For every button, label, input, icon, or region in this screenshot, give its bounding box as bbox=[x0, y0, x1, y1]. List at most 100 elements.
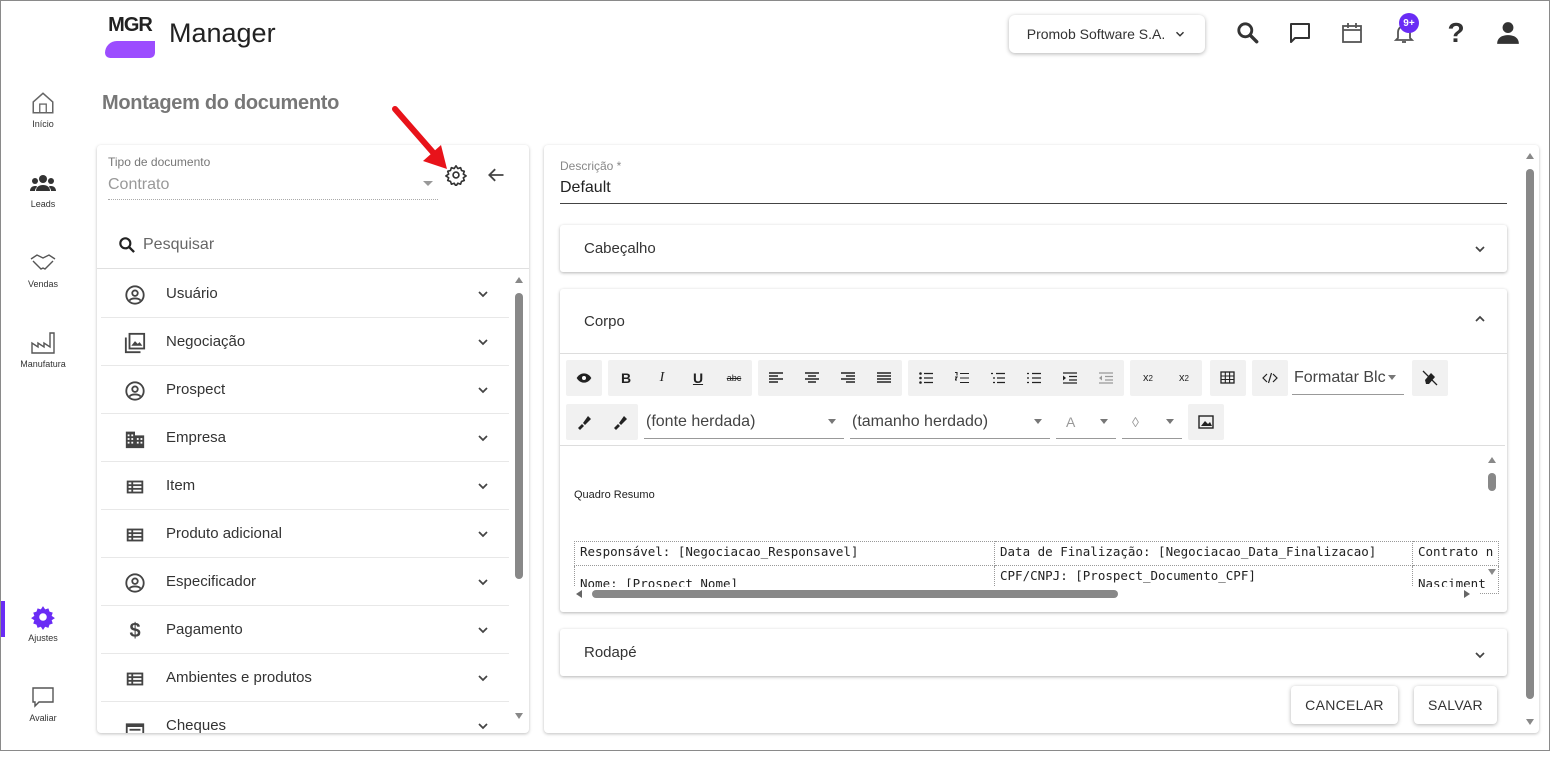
scroll-thumb[interactable] bbox=[515, 293, 523, 579]
nav-item-inicio[interactable]: Início bbox=[1, 89, 85, 149]
brush-icon[interactable] bbox=[602, 404, 638, 440]
toolbar-group-lists bbox=[908, 360, 1124, 396]
search-input[interactable] bbox=[143, 233, 503, 257]
accordion-footer-section[interactable]: Rodapé bbox=[560, 629, 1507, 676]
list-item-usuario[interactable]: Usuário bbox=[101, 270, 509, 318]
app-logo[interactable]: MGR bbox=[105, 8, 155, 58]
chat-icon[interactable] bbox=[1286, 19, 1314, 47]
format-block-select[interactable]: Formatar Blc bbox=[1292, 361, 1404, 395]
description-input[interactable]: Default bbox=[560, 179, 611, 197]
list-item-pagamento[interactable]: $ Pagamento bbox=[101, 606, 509, 654]
cancel-button[interactable]: CANCELAR bbox=[1291, 686, 1398, 724]
app-title: Manager bbox=[169, 18, 276, 48]
format-painter-icon[interactable] bbox=[566, 404, 602, 440]
editor-content[interactable]: Quadro Resumo Responsável: [Negociacao_R… bbox=[560, 447, 1505, 611]
nav-item-leads[interactable]: Leads bbox=[1, 169, 85, 229]
list-icon bbox=[123, 667, 147, 691]
strikethrough-button[interactable]: abc bbox=[716, 360, 752, 396]
list-item-especificador[interactable]: Especificador bbox=[101, 558, 509, 606]
caret-down-icon bbox=[1388, 375, 1396, 380]
nav-label: Avaliar bbox=[29, 713, 57, 723]
font-color-select[interactable]: A bbox=[1056, 405, 1116, 439]
list-scrollbar[interactable] bbox=[512, 275, 526, 727]
outline-list-icon[interactable] bbox=[980, 360, 1016, 396]
list-item-cheques[interactable]: Cheques bbox=[101, 702, 509, 733]
indent-icon[interactable] bbox=[1052, 360, 1088, 396]
accordion-title: Rodapé bbox=[584, 644, 637, 661]
list-item-ambientes-produtos[interactable]: Ambientes e produtos bbox=[101, 654, 509, 702]
rich-text-editor: B I U abc x 2 x 2 Formatar Blc (fonte he… bbox=[560, 353, 1507, 611]
bold-button[interactable]: B bbox=[608, 360, 644, 396]
table-icon[interactable] bbox=[1210, 360, 1246, 396]
italic-button[interactable]: I bbox=[644, 360, 680, 396]
chevron-down-icon bbox=[478, 627, 488, 634]
subscript-icon[interactable]: x2 bbox=[1130, 360, 1166, 396]
accordion-title[interactable]: Corpo bbox=[584, 313, 625, 330]
tipo-select[interactable]: Contrato bbox=[108, 176, 169, 194]
search-icon[interactable] bbox=[1234, 19, 1262, 47]
toolbar-group-clear bbox=[1412, 360, 1448, 396]
logo-shape bbox=[105, 41, 155, 58]
help-icon[interactable]: ? bbox=[1442, 17, 1470, 48]
code-icon[interactable] bbox=[1252, 360, 1288, 396]
list-icon bbox=[123, 523, 147, 547]
toolbar-group-align bbox=[758, 360, 902, 396]
align-left-icon[interactable] bbox=[758, 360, 794, 396]
superscript-icon[interactable]: x2 bbox=[1166, 360, 1202, 396]
chevron-down-icon bbox=[478, 435, 488, 442]
scroll-thumb[interactable] bbox=[592, 590, 1118, 598]
list-icon bbox=[123, 475, 147, 499]
feedback-icon bbox=[28, 683, 58, 711]
list-style-icon[interactable] bbox=[1016, 360, 1052, 396]
list-item-empresa[interactable]: Empresa bbox=[101, 414, 509, 462]
clear-format-icon[interactable] bbox=[1412, 360, 1448, 396]
nav-item-vendas[interactable]: Vendas bbox=[1, 249, 85, 309]
chevron-down-icon bbox=[478, 579, 488, 586]
back-button[interactable] bbox=[484, 163, 508, 187]
align-right-icon[interactable] bbox=[830, 360, 866, 396]
scroll-thumb[interactable] bbox=[1526, 169, 1534, 699]
company-selector[interactable]: Promob Software S.A. bbox=[1009, 15, 1205, 53]
account-icon[interactable] bbox=[1494, 19, 1522, 47]
align-justify-icon[interactable] bbox=[866, 360, 902, 396]
nav-label: Vendas bbox=[27, 279, 59, 289]
bullet-list-icon[interactable] bbox=[908, 360, 944, 396]
panel-scrollbar[interactable] bbox=[1523, 149, 1537, 731]
nav-item-avaliar[interactable]: Avaliar bbox=[1, 683, 85, 743]
toolbar-group-image bbox=[1188, 404, 1224, 440]
preview-eye-icon[interactable] bbox=[566, 360, 602, 396]
chevron-up-icon[interactable] bbox=[1472, 311, 1488, 327]
list-item-produto-adicional[interactable]: Produto adicional bbox=[101, 510, 509, 558]
list-item-item[interactable]: Item bbox=[101, 462, 509, 510]
background-color-select[interactable]: ◊ bbox=[1122, 405, 1182, 439]
scroll-up-icon bbox=[1488, 457, 1496, 463]
align-center-icon[interactable] bbox=[794, 360, 830, 396]
image-icon[interactable] bbox=[1188, 404, 1224, 440]
nav-item-ajustes[interactable]: Ajustes bbox=[1, 603, 85, 663]
editor-horizontal-scrollbar[interactable] bbox=[574, 587, 1479, 601]
annotation-arrow-icon bbox=[392, 106, 447, 169]
caret-down-icon bbox=[423, 181, 433, 186]
scroll-thumb[interactable] bbox=[1488, 473, 1496, 491]
numbered-list-icon[interactable] bbox=[944, 360, 980, 396]
gear-icon bbox=[28, 603, 58, 631]
nav-label: Manufatura bbox=[20, 359, 66, 369]
scroll-down-icon bbox=[1526, 719, 1534, 725]
font-family-select[interactable]: (fonte herdada) bbox=[644, 405, 844, 439]
outdent-icon[interactable] bbox=[1088, 360, 1124, 396]
underline-button[interactable]: U bbox=[680, 360, 716, 396]
home-icon bbox=[28, 89, 58, 117]
list-item-label: Produto adicional bbox=[166, 525, 282, 542]
scroll-up-icon bbox=[1526, 153, 1534, 159]
list-item-prospect[interactable]: Prospect bbox=[101, 366, 509, 414]
accordion-header-section[interactable]: Cabeçalho bbox=[560, 225, 1507, 272]
font-size-select[interactable]: (tamanho herdado) bbox=[850, 405, 1050, 439]
building-icon bbox=[123, 427, 147, 451]
save-button[interactable]: SALVAR bbox=[1414, 686, 1497, 724]
nav-item-manufatura[interactable]: Manufatura bbox=[1, 329, 85, 389]
editor-vertical-scrollbar[interactable] bbox=[1485, 447, 1499, 577]
calendar-icon[interactable] bbox=[1338, 19, 1366, 47]
list-item-label: Usuário bbox=[166, 285, 218, 302]
list-item-negociacao[interactable]: Negociação bbox=[101, 318, 509, 366]
nav-active-indicator bbox=[1, 601, 5, 637]
